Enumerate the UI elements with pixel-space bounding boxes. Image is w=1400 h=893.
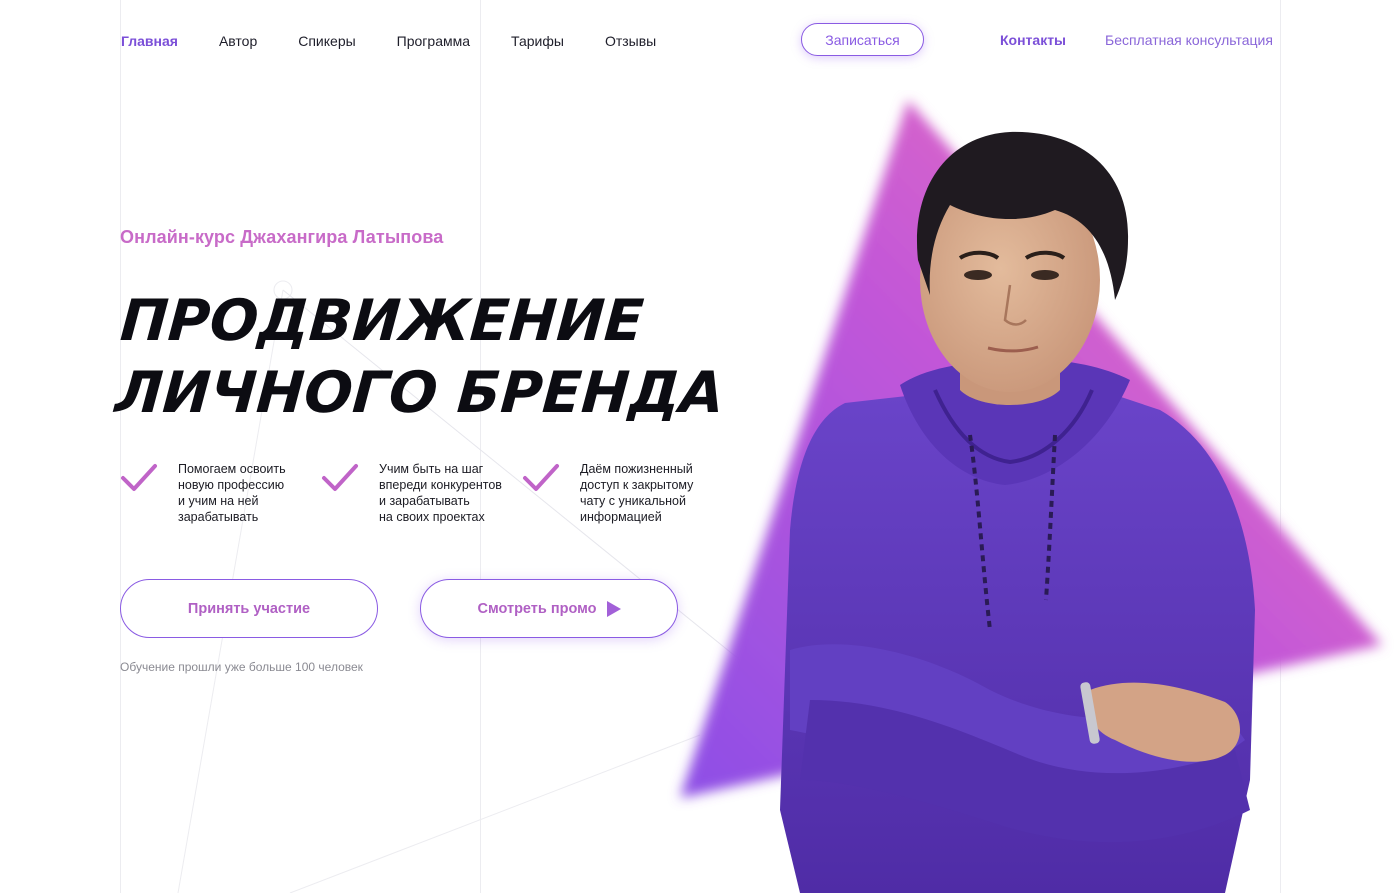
watch-promo-button[interactable]: Смотреть промо	[420, 579, 678, 638]
feature-item: Учим быть на шаг впереди конкурентов и з…	[321, 461, 522, 525]
join-button-label: Принять участие	[187, 600, 311, 617]
free-consultation-link[interactable]: Бесплатная консультация	[1105, 32, 1273, 48]
nav-item-speakers[interactable]: Спикеры	[298, 33, 355, 49]
check-icon	[322, 464, 358, 491]
check-icon	[121, 464, 157, 491]
nav-item-home[interactable]: Главная	[121, 33, 178, 49]
watch-promo-label: Смотреть промо	[477, 600, 597, 617]
title-line-2: ЛИЧНОГО БРЕНДА	[113, 360, 727, 426]
contacts-link[interactable]: Контакты	[1000, 32, 1066, 48]
hero-illustration	[680, 100, 1382, 893]
join-button[interactable]: Принять участие	[120, 579, 378, 638]
feature-text: Помогаем освоить новую профессию и учим …	[178, 462, 286, 524]
page: Главная Автор Спикеры Программа Тарифы О…	[0, 0, 1400, 893]
title-line-1: ПРОДВИЖЕНИЕ	[118, 288, 646, 354]
feature-list: Помогаем освоить новую профессию и учим …	[120, 461, 723, 525]
feature-text: Даём пожизненный доступ к закрытому чату…	[580, 462, 694, 524]
play-icon	[606, 600, 621, 617]
main-nav: Главная Автор Спикеры Программа Тарифы О…	[121, 31, 697, 51]
students-count-note: Обучение прошли уже больше 100 человек	[120, 660, 363, 674]
feature-item: Даём пожизненный доступ к закрытому чату…	[522, 461, 723, 525]
nav-item-reviews[interactable]: Отзывы	[605, 33, 656, 49]
signup-button[interactable]: Записаться	[801, 23, 924, 56]
course-subtitle: Онлайн-курс Джахангира Латыпова	[120, 227, 444, 247]
feature-text: Учим быть на шаг впереди конкурентов и з…	[379, 462, 502, 524]
nav-item-program[interactable]: Программа	[397, 33, 470, 49]
check-icon	[523, 464, 559, 491]
feature-item: Помогаем освоить новую профессию и учим …	[120, 461, 321, 525]
nav-item-pricing[interactable]: Тарифы	[511, 33, 564, 49]
page-title: ПРОДВИЖЕНИЕ ЛИЧНОГО БРЕНДА	[113, 285, 732, 429]
nav-item-author[interactable]: Автор	[219, 33, 257, 49]
